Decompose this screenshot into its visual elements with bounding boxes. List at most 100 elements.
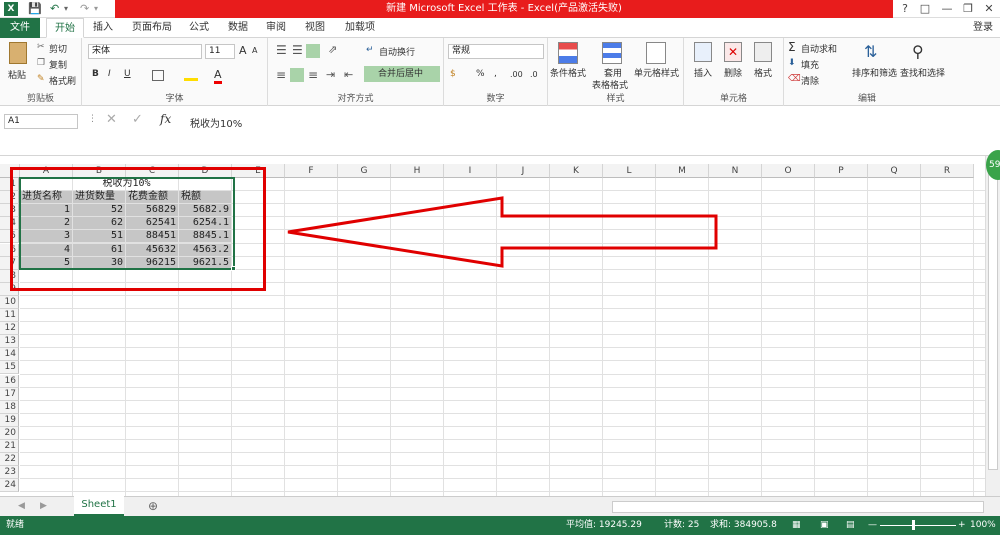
worksheet-grid[interactable]: ABCDEFGHIJKLMNOPQR 1 2 3 4 5 6 7 8 9 10 11 12 13 14 15… — [0, 164, 985, 496]
zoom-in-icon[interactable]: + — [958, 516, 966, 535]
cancel-formula-icon[interactable]: ✕ — [106, 112, 117, 127]
help-icon[interactable]: ? — [895, 1, 915, 17]
number-format-select[interactable]: 常规 — [448, 44, 544, 59]
redo-icon[interactable]: ↷ — [80, 2, 89, 16]
zoom-level[interactable]: 100% — [970, 516, 996, 535]
normal-view-icon[interactable]: ▦ — [792, 516, 801, 535]
row-header-12[interactable]: 12 — [0, 322, 19, 336]
currency-icon[interactable]: $ — [450, 69, 456, 79]
undo-icon[interactable]: ↶ — [50, 2, 59, 16]
row-header-15[interactable]: 15 — [0, 361, 19, 375]
scroll-track[interactable] — [988, 170, 998, 470]
font-size-select[interactable]: 11 — [205, 44, 235, 59]
outdent-icon[interactable]: ⇤ — [344, 68, 353, 81]
font-grow-button[interactable]: A — [239, 44, 247, 57]
cell-styles-button[interactable]: 单元格样式 — [634, 66, 679, 79]
column-header-P[interactable]: P — [815, 164, 868, 178]
italic-button[interactable]: I — [108, 69, 111, 79]
find-select-button[interactable]: 查找和选择 — [900, 66, 945, 79]
wrap-text-button[interactable]: 自动换行 — [379, 45, 415, 58]
horizontal-scrollbar[interactable] — [612, 501, 984, 513]
increase-decimal-button[interactable]: .00 — [510, 70, 523, 79]
fill-button[interactable]: 填充 — [801, 58, 819, 71]
close-icon[interactable]: ✕ — [979, 1, 999, 17]
copy-button[interactable]: 复制 — [49, 58, 67, 71]
prev-sheet-icon[interactable]: ◀ — [18, 501, 25, 511]
comma-button[interactable]: , — [494, 69, 497, 79]
row-header-11[interactable]: 11 — [0, 309, 19, 322]
indent-icon[interactable]: ⇥ — [326, 68, 335, 81]
cut-icon[interactable]: ✂ — [37, 42, 45, 52]
merge-center-button[interactable]: 合并后居中 — [364, 66, 440, 82]
column-header-J[interactable]: J — [497, 164, 550, 178]
tab-insert[interactable]: 插入 — [86, 18, 120, 38]
column-header-M[interactable]: M — [656, 164, 709, 178]
login-link[interactable]: 登录 — [968, 18, 998, 38]
sheet-tab-sheet1[interactable]: Sheet1 — [74, 496, 124, 516]
sort-filter-button[interactable]: 排序和筛选 — [852, 66, 897, 79]
ribbon-display-icon[interactable]: □ — [915, 1, 935, 17]
autosum-icon[interactable]: Σ — [788, 40, 796, 54]
align-bottom-icon[interactable] — [306, 44, 320, 58]
orientation-icon[interactable]: ⇗ — [328, 43, 337, 56]
row-header-13[interactable]: 13 — [0, 335, 19, 349]
align-middle-icon[interactable]: ☰ — [292, 43, 303, 57]
paste-button[interactable]: 粘贴 — [8, 68, 26, 81]
zoom-out-icon[interactable]: — — [868, 516, 877, 535]
row-header-22[interactable]: 22 — [0, 453, 19, 467]
wrap-text-icon[interactable]: ↵ — [366, 45, 374, 55]
bold-button[interactable]: B — [92, 69, 99, 79]
column-header-K[interactable]: K — [550, 164, 603, 178]
name-box[interactable]: A1 — [4, 114, 78, 129]
row-header-10[interactable]: 10 — [0, 295, 19, 309]
conditional-format-icon[interactable] — [558, 42, 578, 64]
font-color-icon[interactable]: A — [214, 68, 222, 84]
tab-review[interactable]: 审阅 — [259, 18, 293, 38]
save-icon[interactable]: 💾 — [28, 2, 42, 16]
column-header-Q[interactable]: Q — [868, 164, 921, 178]
conditional-format-button[interactable]: 条件格式 — [550, 66, 586, 79]
column-header-O[interactable]: O — [762, 164, 815, 178]
font-name-select[interactable]: 宋体 — [88, 44, 202, 59]
row-header-19[interactable]: 19 — [0, 413, 19, 427]
row-header-18[interactable]: 18 — [0, 400, 19, 414]
find-select-icon[interactable]: ⚲ — [912, 42, 924, 61]
decrease-decimal-button[interactable]: .0 — [530, 70, 538, 79]
format-painter-icon[interactable]: ✎ — [37, 74, 45, 84]
border-icon[interactable] — [152, 70, 164, 81]
autosum-button[interactable]: 自动求和 — [801, 42, 837, 55]
column-header-G[interactable]: G — [338, 164, 391, 178]
copy-icon[interactable]: ❐ — [37, 58, 45, 68]
underline-button[interactable]: U — [124, 69, 131, 79]
row-header-23[interactable]: 23 — [0, 466, 19, 480]
tab-page-layout[interactable]: 页面布局 — [128, 18, 176, 38]
row-header-16[interactable]: 16 — [0, 374, 19, 388]
format-table-label-2[interactable]: 表格格式 — [592, 78, 628, 91]
row-header-24[interactable]: 24 — [0, 479, 19, 493]
enter-formula-icon[interactable]: ✓ — [132, 112, 143, 127]
insert-function-button[interactable]: fx — [160, 112, 171, 126]
undo-dropdown-icon[interactable]: ▾ — [64, 2, 68, 16]
clear-button[interactable]: 清除 — [801, 74, 819, 87]
cell-styles-icon[interactable] — [646, 42, 666, 64]
font-shrink-button[interactable]: A — [252, 46, 257, 55]
tab-data[interactable]: 数据 — [221, 18, 255, 38]
delete-cells-button[interactable]: 删除 — [724, 66, 742, 79]
vertical-scrollbar[interactable] — [985, 156, 1000, 496]
align-center-icon[interactable] — [290, 68, 304, 82]
insert-cells-icon[interactable] — [694, 42, 712, 62]
tab-view[interactable]: 视图 — [298, 18, 332, 38]
sort-filter-icon[interactable]: ⇅ — [864, 42, 877, 61]
row-header-21[interactable]: 21 — [0, 440, 19, 453]
align-left-icon[interactable]: ≡ — [276, 68, 286, 82]
format-cells-button[interactable]: 格式 — [754, 66, 772, 79]
fill-color-icon[interactable] — [184, 69, 198, 81]
tab-file[interactable]: 文件 — [0, 18, 40, 38]
cut-button[interactable]: 剪切 — [49, 42, 67, 55]
restore-icon[interactable]: ❐ — [958, 1, 978, 17]
align-top-icon[interactable]: ☰ — [276, 43, 287, 57]
column-header-N[interactable]: N — [709, 164, 762, 178]
tab-home[interactable]: 开始 — [46, 18, 84, 38]
column-header-R[interactable]: R — [921, 164, 974, 178]
fill-icon[interactable]: ⬇ — [788, 58, 796, 68]
